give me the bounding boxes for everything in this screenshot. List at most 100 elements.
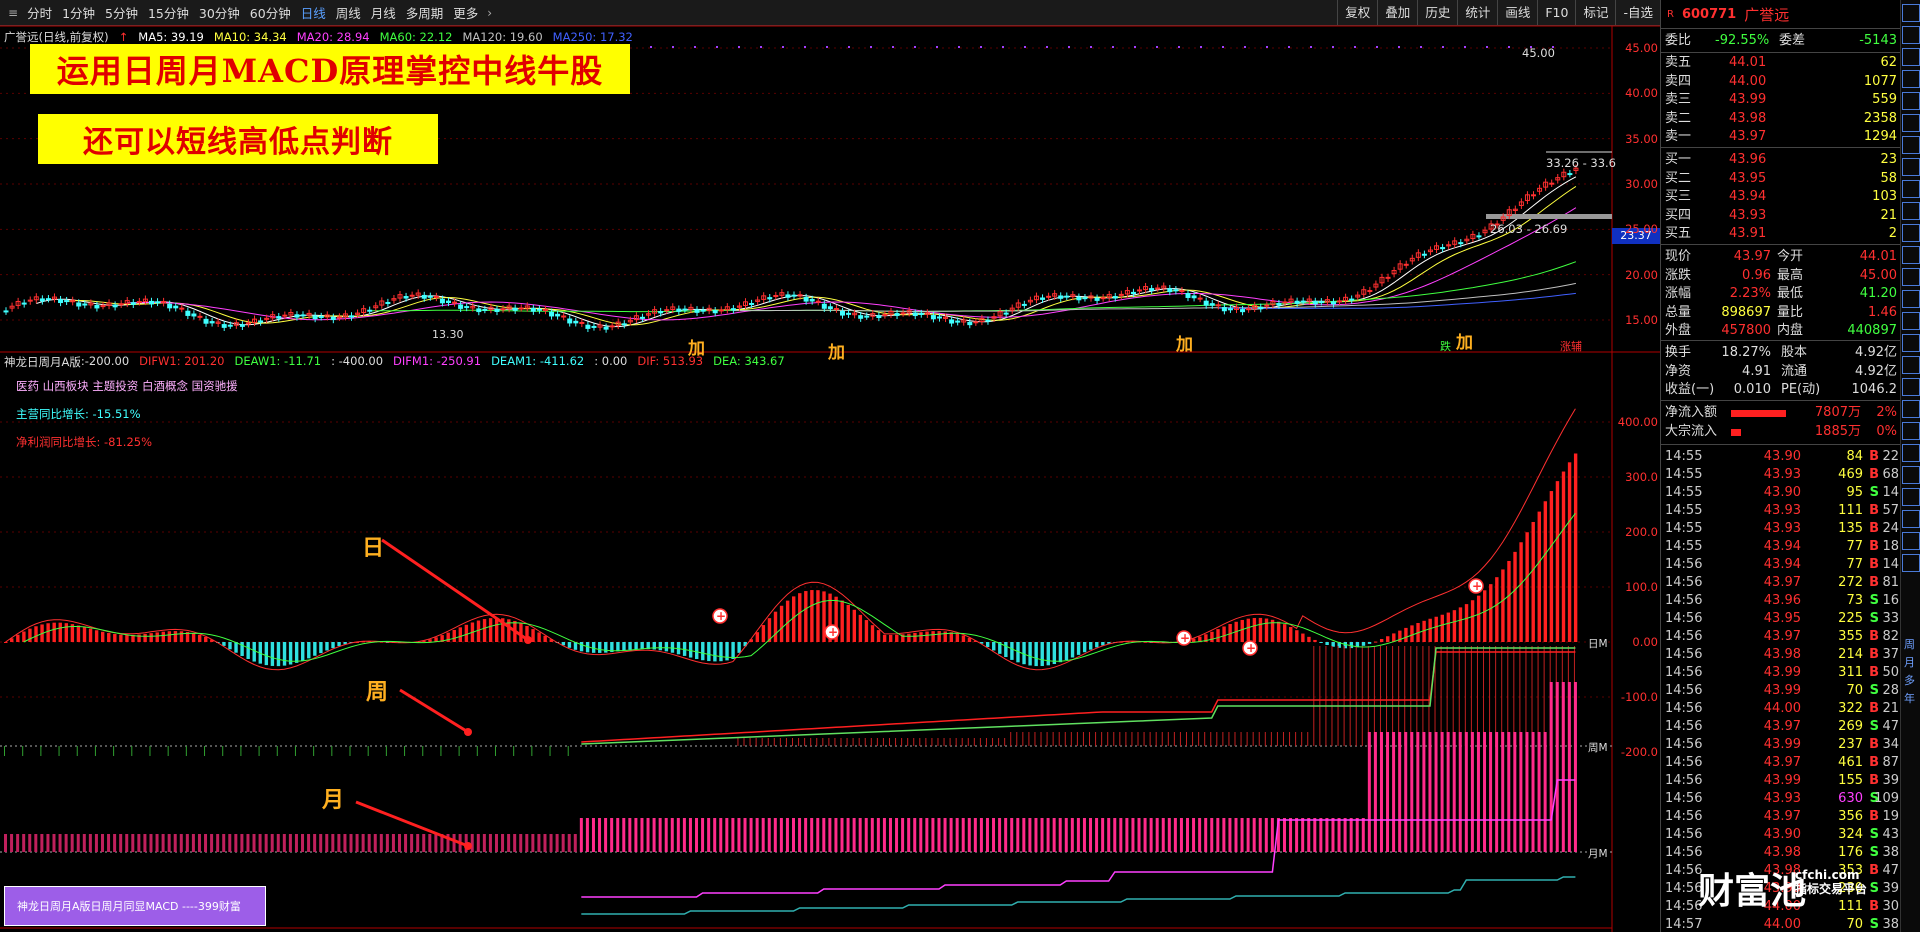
ma120-label: MA120: 19.60 — [462, 30, 543, 44]
trade-tick: 14:57 44.00 70 S 38 — [1665, 917, 1899, 932]
watermark-text: cfchi.com 指标交易平台 — [1795, 868, 1868, 896]
ask-row[interactable]: 卖二 43.98 2358 — [1661, 110, 1901, 128]
price-tick: 40.00 — [1625, 86, 1658, 101]
sidebar-tool-icon[interactable] — [1902, 378, 1920, 396]
jia-label: 加 — [828, 343, 845, 363]
profit-growth: 净利润同比增长: -81.25% — [16, 435, 153, 449]
period-side-label[interactable]: 月 — [1904, 654, 1915, 672]
day-line-label: 日M — [1588, 636, 1608, 651]
indicator-tick: 400.00 — [1617, 415, 1658, 429]
period-side-label[interactable]: 周 — [1904, 636, 1915, 654]
stock-code: 600771 — [1681, 6, 1737, 22]
high-price-label: 45.00 — [1522, 46, 1555, 60]
jia-label: 加 — [1456, 333, 1473, 353]
stock-name: 广誉远 — [1744, 5, 1790, 24]
die-label: 跌 — [1440, 340, 1451, 353]
ask-row[interactable]: 卖一 43.97 1294 — [1661, 128, 1901, 146]
sidebar-tool-icon[interactable] — [1902, 70, 1920, 88]
trade-tick: 14:56 43.98 176 S 38 — [1665, 845, 1899, 860]
trade-tick: 14:56 43.93 630 S 109 — [1665, 791, 1899, 806]
price-tick: 35.00 — [1625, 131, 1658, 146]
sidebar-tool-icon[interactable] — [1902, 466, 1920, 484]
weibi-row: 委比 -92.55% 委差 -5143 — [1665, 33, 1897, 48]
svg-text:+: + — [716, 609, 726, 623]
bid-row[interactable]: 买二 43.95 58 — [1661, 170, 1901, 188]
sidebar-tool-icon[interactable] — [1902, 400, 1920, 418]
price-tick: 15.00 — [1625, 313, 1658, 327]
bid-row[interactable]: 买一 43.96 23 — [1661, 151, 1901, 169]
value3-label: : 0.00 — [594, 354, 628, 368]
indicator-tick: -100.0 — [1620, 690, 1658, 704]
price-tick: 20.00 — [1625, 267, 1658, 282]
indicator-name: 神龙日周月A版 — [4, 355, 81, 369]
sidebar-tool-icon[interactable] — [1902, 224, 1920, 242]
trade-tick: 14:56 43.96 73 S 16 — [1665, 593, 1899, 608]
sidebar-tool-icon[interactable] — [1902, 334, 1920, 352]
sidebar-tool-icon[interactable] — [1902, 158, 1920, 176]
sidebar-tool-icon[interactable] — [1902, 488, 1920, 506]
sidebar-tool-icon[interactable] — [1902, 532, 1920, 550]
trade-tick: 14:55 43.90 84 B 22 — [1665, 449, 1899, 464]
ask-row[interactable]: 卖四 44.00 1077 — [1661, 73, 1901, 91]
banner-title: 运用日周月MACD原理掌控中线牛股 — [30, 44, 630, 94]
sidebar-tool-icon[interactable] — [1902, 114, 1920, 132]
period-side-label[interactable]: 多 — [1904, 672, 1915, 690]
sidebar-tool-icon[interactable] — [1902, 246, 1920, 264]
deam1-label: DEAM1: -411.62 — [491, 354, 585, 368]
sidebar-tool-icon[interactable] — [1902, 356, 1920, 374]
ask-row[interactable]: 卖三 43.99 559 — [1661, 91, 1901, 109]
trade-tick: 14:55 43.93 111 B 57 — [1665, 503, 1899, 518]
trade-tick: 14:56 44.00 322 B 21 — [1665, 701, 1899, 716]
period-side-labels: 周月多年 — [1904, 636, 1915, 708]
period-side-label[interactable]: 年 — [1904, 690, 1915, 708]
range-label-upper: 33.26 - 33.6 — [1546, 156, 1616, 170]
sidebar-tool-icon[interactable] — [1902, 290, 1920, 308]
stock-header: R 600771 广誉远 — [1661, 0, 1901, 28]
zhang-label: 涨辅 — [1560, 340, 1582, 353]
sidebar-tool-icon[interactable] — [1902, 92, 1920, 110]
sidebar-tool-icon[interactable] — [1902, 312, 1920, 330]
trade-tick: 14:56 43.99 70 S 28 — [1665, 683, 1899, 698]
low-price-label: 13.30 — [432, 328, 464, 341]
sidebar-tool-icon[interactable] — [1902, 422, 1920, 440]
price-tick: 45.00 — [1625, 41, 1658, 55]
trade-tick: 14:56 43.97 269 S 47 — [1665, 719, 1899, 734]
dea-label: DEA: 343.67 — [713, 354, 785, 368]
ask-row[interactable]: 卖五 44.01 62 — [1661, 54, 1901, 72]
stock-title: 广誉远(日线,前复权) — [4, 30, 109, 44]
flow-row: 大宗流入 1885万 0% — [1665, 424, 1897, 439]
sidebar-tool-icon[interactable] — [1902, 268, 1920, 286]
indicator-tick: 300.0 — [1625, 470, 1658, 484]
revenue-growth: 主营同比增长: -15.51% — [16, 407, 141, 421]
sidebar-tool-icon[interactable] — [1902, 48, 1920, 66]
concept-tags: 医药 山西板块 主题投资 白酒概念 国资驰援 — [16, 379, 238, 393]
svg-text:+: + — [828, 625, 838, 639]
sidebar-tool-icon[interactable] — [1902, 444, 1920, 462]
sidebar-tool-icon[interactable] — [1902, 26, 1920, 44]
week-line-label: 周M — [1588, 740, 1608, 755]
stat-row: 外盘 457800 内盘 440897 — [1665, 323, 1897, 339]
sidebar-tool-icon[interactable] — [1902, 4, 1920, 22]
flow-bar — [1731, 410, 1786, 417]
bid-row[interactable]: 买三 43.94 103 — [1661, 188, 1901, 206]
sidebar-tool-icon[interactable] — [1902, 202, 1920, 220]
stat-row: 换手 18.27% 股本 4.92亿 — [1665, 345, 1897, 360]
price-tick: 25.00 — [1625, 222, 1658, 237]
dif-label: DIF: 513.93 — [637, 354, 704, 368]
trade-tick: 14:56 43.99 237 B 34 — [1665, 737, 1899, 752]
sidebar-tool-icon[interactable] — [1902, 554, 1920, 572]
trade-tick: 14:56 43.97 356 B 19 — [1665, 809, 1899, 824]
sidebar-tool-icon[interactable] — [1902, 180, 1920, 198]
bid-row[interactable]: 买四 43.93 21 — [1661, 207, 1901, 225]
trade-tick: 14:56 43.97 355 B 82 — [1665, 629, 1899, 644]
indicator-tick: 200.0 — [1625, 525, 1658, 539]
trade-tick: 14:56 43.99 155 B 39 — [1665, 773, 1899, 788]
bid-row[interactable]: 买五 43.91 2 — [1661, 225, 1901, 243]
trade-tick: 14:55 43.90 95 S 14 — [1665, 485, 1899, 500]
up-arrow-icon: ↑ — [118, 30, 129, 44]
stat-row: 涨跌 0.96 最高 45.00 — [1665, 267, 1897, 283]
promo-banner[interactable]: 神龙日周月A版日周月同显MACD ----399财富 — [4, 886, 266, 926]
sidebar-tool-icon[interactable] — [1902, 136, 1920, 154]
sidebar-tool-icon[interactable] — [1902, 510, 1920, 528]
flow-row: 净流入额 7807万 2% — [1665, 405, 1897, 420]
